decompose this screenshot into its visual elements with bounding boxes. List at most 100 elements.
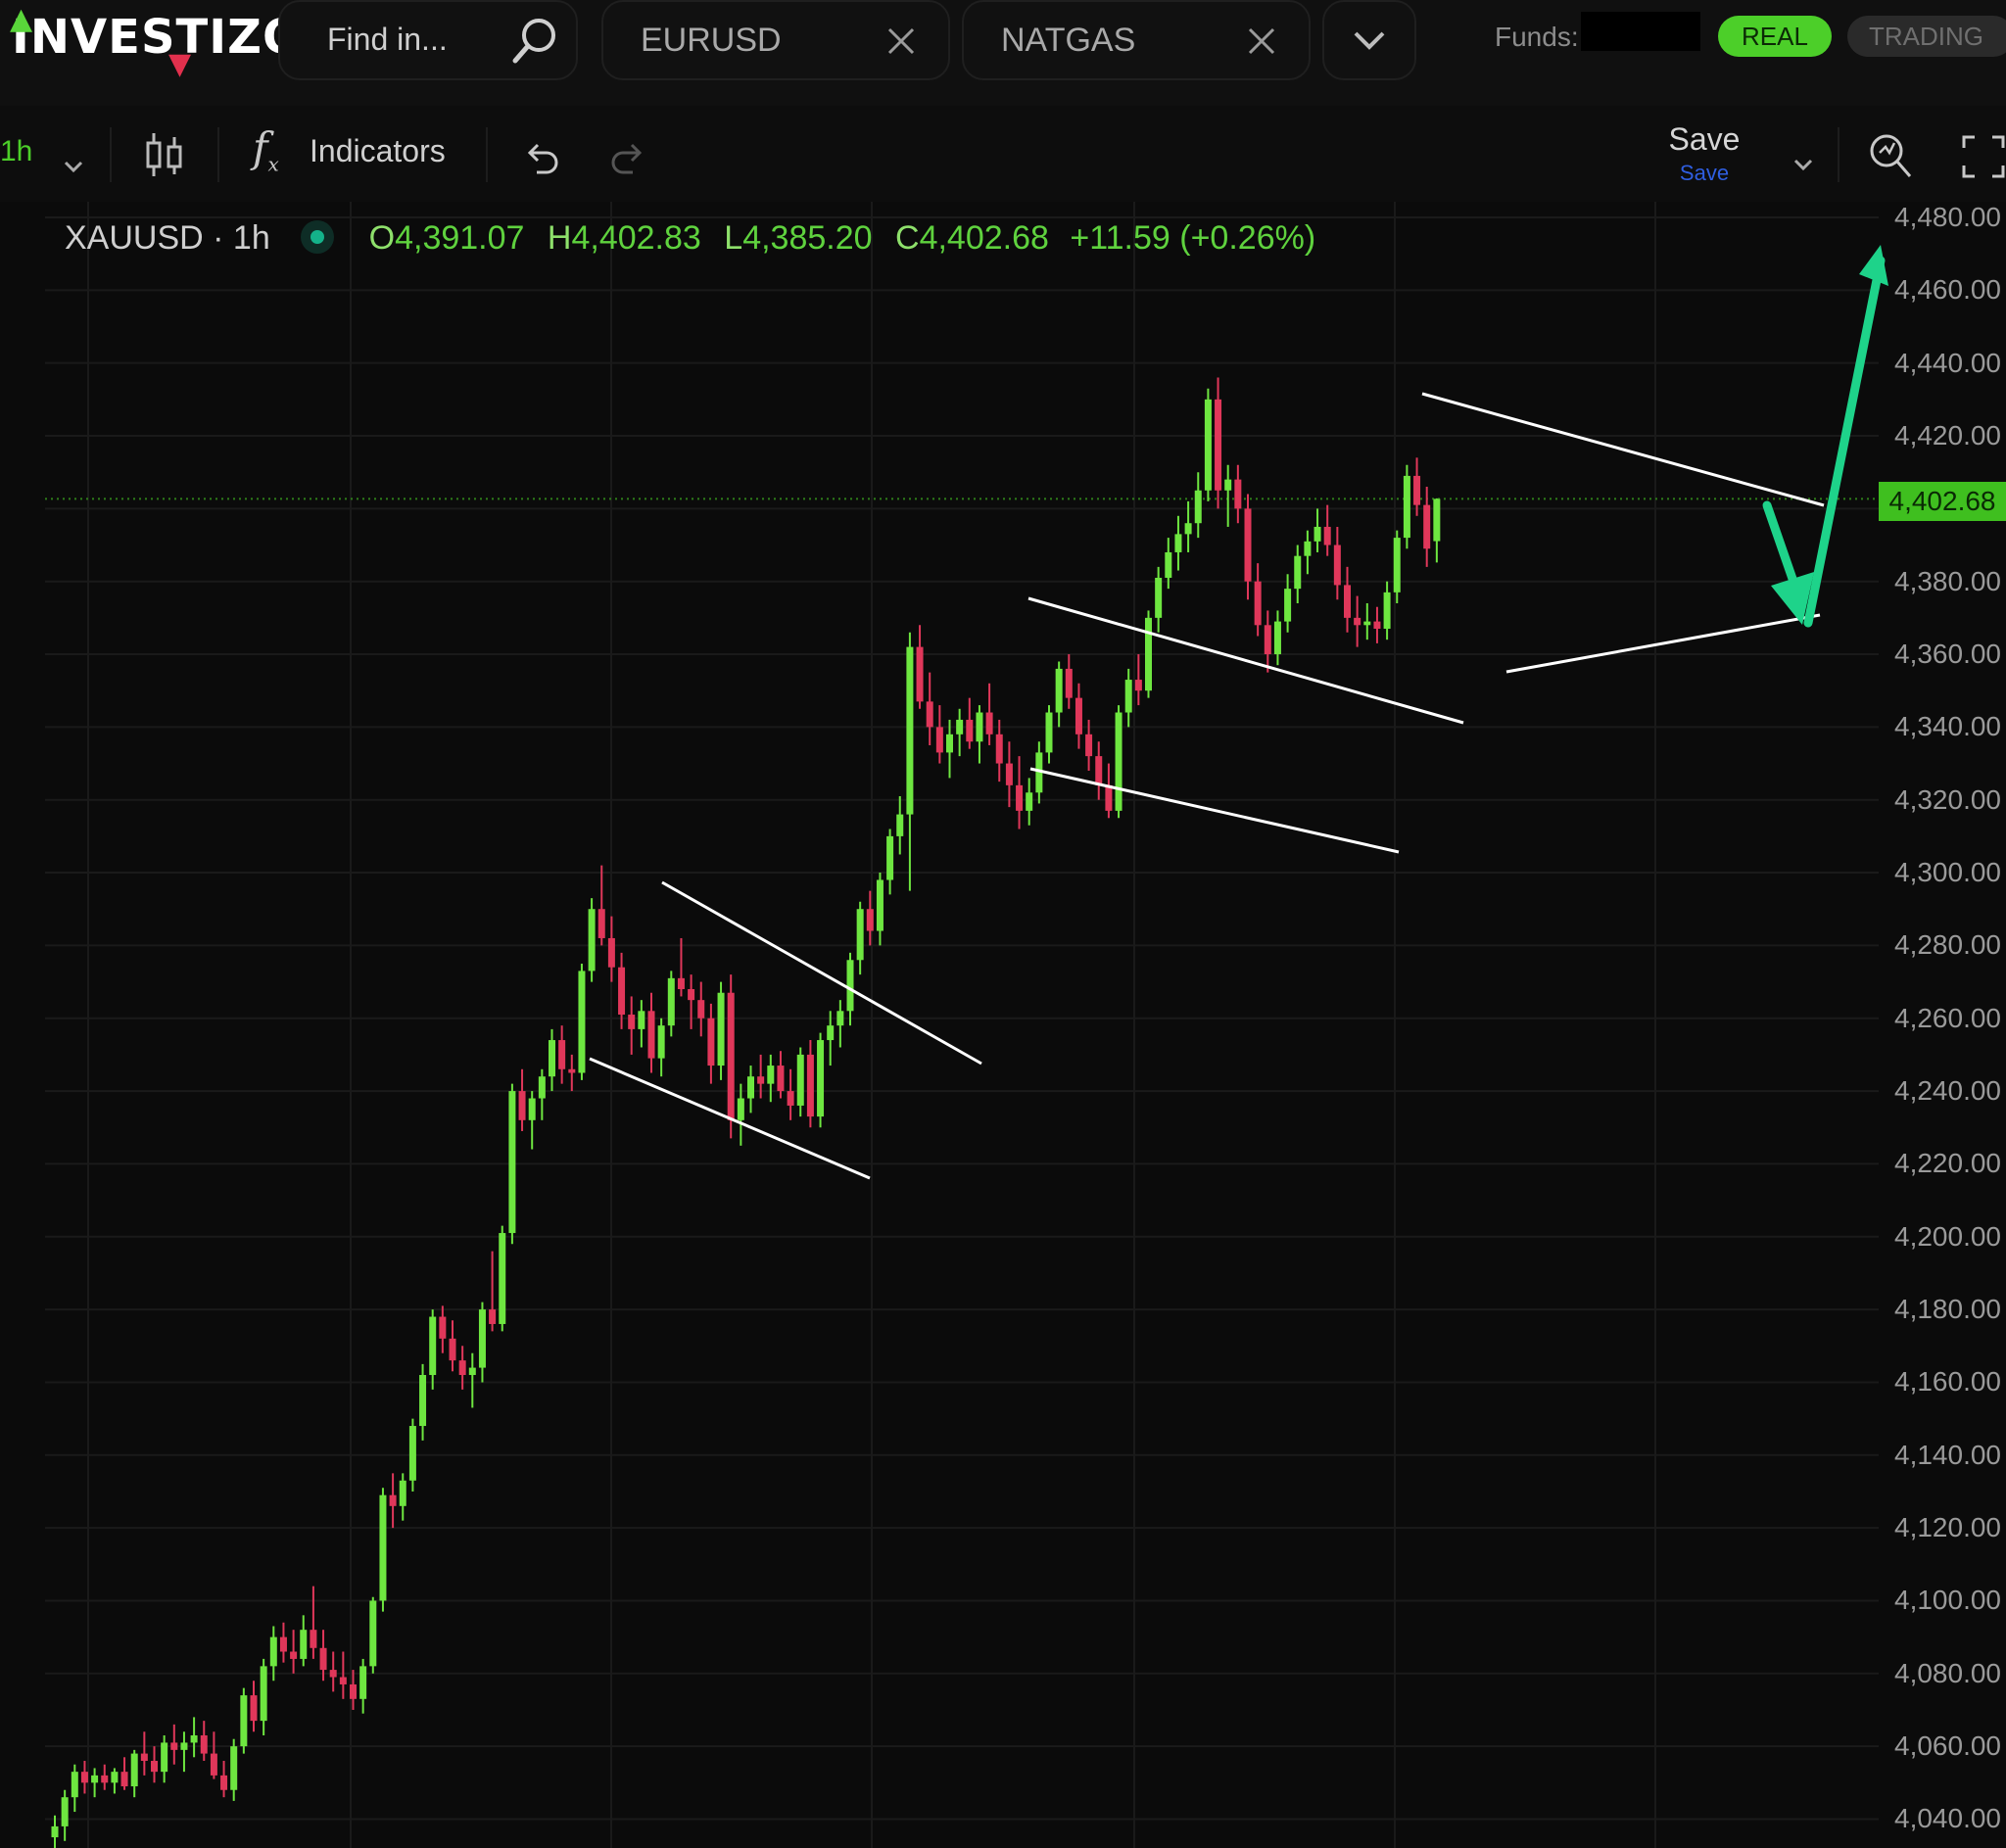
candle-body [518,1091,526,1120]
candlestick-type-icon[interactable] [143,129,186,180]
candle-body [528,1098,536,1120]
candle-body [886,835,894,880]
search-icon[interactable] [507,14,562,69]
candle-body [489,1309,497,1324]
tab-eurusd-label: EURUSD [641,22,782,59]
tab-natgas[interactable]: NATGAS [962,0,1311,80]
tab-eurusd[interactable]: EURUSD [601,0,950,80]
logo-text: INVESTIZO [12,10,304,65]
candle-body [300,1630,308,1659]
price-tick: 4,380.00 [1894,566,2001,596]
price-tick: 4,120.00 [1894,1512,2001,1542]
symbol-search-box[interactable]: Find in... [278,0,578,80]
candle-body [549,1040,555,1077]
candle-body [1085,734,1093,757]
projection-arrow-up-head [1859,245,1888,286]
candle-body [269,1636,277,1667]
toolbar-divider [110,127,112,182]
toolbar-divider [486,127,488,182]
candle-body [1403,475,1410,539]
tabs-more-button[interactable] [1322,0,1416,80]
candle-body [647,1011,655,1059]
legend-high: 4,402.83 [571,219,701,257]
legend-low: 4,385.20 [742,219,873,257]
candle-body [1105,784,1113,811]
candle-body [588,909,596,971]
candle-body [1234,479,1242,509]
close-icon[interactable] [1242,22,1281,61]
last-price-label: 4,402.68 [1879,482,2006,521]
candle-body [827,1025,835,1041]
candle-body [1165,551,1172,578]
price-tick: 4,200.00 [1894,1221,2001,1252]
candle-body [1174,534,1182,552]
candle-body [906,646,914,815]
candle-body [379,1494,387,1601]
funds-label: Funds: [1495,22,1579,52]
price-tick: 4,320.00 [1894,784,2001,815]
candle-body [677,977,685,990]
candle-body [71,1772,78,1798]
candle-body [1354,617,1361,626]
candle-body [1313,526,1321,542]
candle-body [449,1338,456,1361]
candle-body [1204,399,1212,491]
undo-icon[interactable] [519,135,562,186]
candle-body [359,1666,367,1699]
candle-body [1045,712,1053,753]
candle-body [1423,504,1431,549]
tab-natgas-label: NATGAS [1001,22,1136,59]
candle-body [846,960,854,1012]
projection-arrow-up [1803,256,1886,628]
legend-high-key: H [547,219,572,257]
candle-body [1294,555,1302,590]
candle-body [1284,589,1292,622]
candle-body [399,1480,406,1506]
redo-icon[interactable] [607,135,650,186]
candle-body [101,1775,109,1783]
candle-body [628,1015,636,1029]
candle-body [618,967,626,1016]
candle-body [1373,621,1381,630]
market-status-dot [301,220,335,254]
indicators-button[interactable]: Indicators [310,133,446,184]
investizo-logo[interactable]: ▲ INVESTIZO ▼ [10,2,304,81]
candle-body [558,1040,566,1069]
candle-body [767,1066,775,1084]
candle-body [995,734,1003,764]
trendline [1027,596,1464,725]
chevron-down-icon[interactable] [61,141,86,192]
candle-body [777,1066,785,1092]
candle-body [51,1825,59,1838]
candle-body [279,1636,287,1652]
candle-body [468,1367,476,1376]
trendline-drawings[interactable] [589,245,1888,1180]
candle-body [1194,490,1202,524]
price-tick: 4,360.00 [1894,639,2001,669]
candle-body [1383,592,1391,630]
fullscreen-icon[interactable] [1961,131,2006,182]
trendline [1505,613,1821,674]
real-account-button[interactable]: REAL [1718,16,1832,57]
legend-low-key: L [724,219,743,257]
candle-body [200,1734,208,1754]
trading-account-button[interactable]: TRADING [1847,16,2006,57]
candle-body [757,1076,765,1084]
function-fx-icon[interactable]: fx [253,123,279,175]
candle-body [1124,680,1132,713]
candle-body [1254,581,1262,626]
chart-area[interactable]: XAUUSD · 1h O4,391.07 H4,402.83 L4,385.2… [0,202,2006,1848]
candle-body [896,814,904,836]
candle-body [876,879,884,931]
quick-search-icon[interactable] [1867,129,1914,180]
close-icon[interactable] [882,22,921,61]
price-tick: 4,240.00 [1894,1075,2001,1106]
interval-selector[interactable]: 1h [0,135,32,186]
candle-body [1433,498,1441,542]
price-chart[interactable] [0,202,2006,1848]
legend-open-key: O [368,219,396,257]
chevron-down-icon[interactable] [1791,139,1816,190]
candle-body [1363,621,1371,626]
candle-body [538,1076,546,1099]
candle-body [787,1091,794,1106]
